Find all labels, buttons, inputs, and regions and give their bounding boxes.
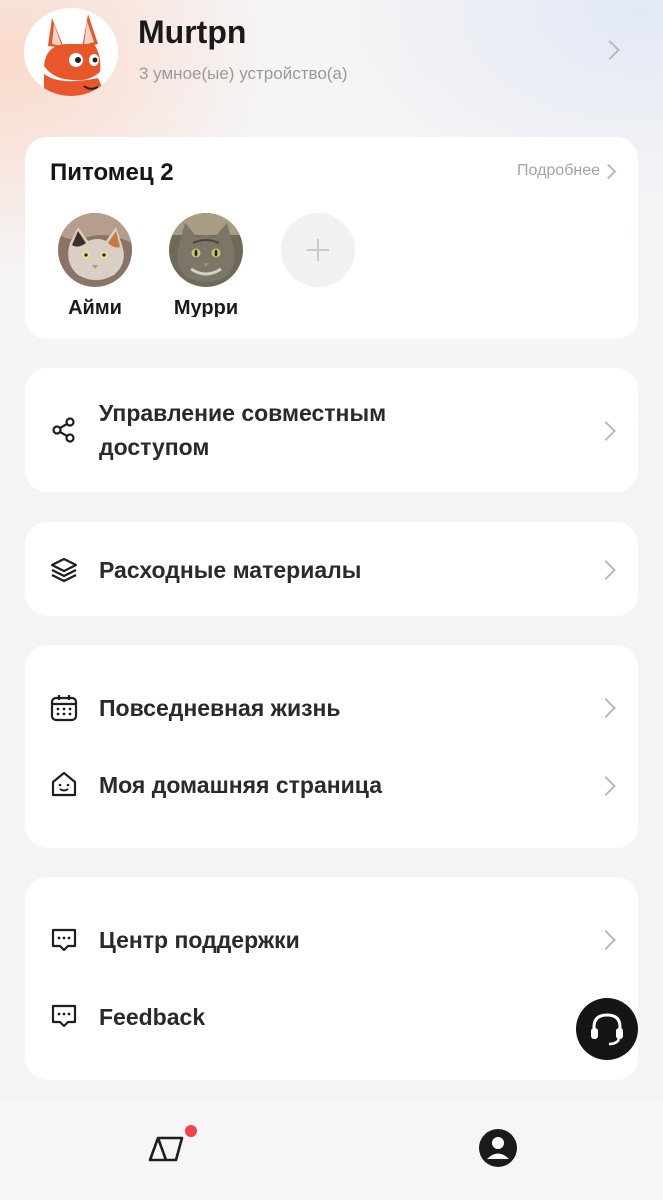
lifestyle-card: Повседневная жизнь Моя домашняя страница: [25, 645, 638, 848]
calendar-icon: [50, 695, 78, 722]
menu-item-support[interactable]: Центр поддержки: [25, 901, 638, 979]
pet-name: Айми: [68, 297, 122, 317]
menu-item-my-home[interactable]: Моя домашняя страница: [25, 747, 638, 825]
menu-item-label: Центр поддержки: [99, 927, 300, 953]
fox-avatar-icon: [27, 8, 115, 96]
username: Murtpn: [138, 14, 247, 50]
chat-icon: [51, 928, 77, 952]
consumables-card: Расходные материалы: [25, 522, 638, 616]
devices-icon: [148, 1136, 184, 1162]
menu-item-daily-life[interactable]: Повседневная жизнь: [25, 669, 638, 747]
menu-item-label: Feedback: [99, 1004, 206, 1030]
pets-card: Питомец 2 Подробнее Айми Мурри: [25, 137, 638, 339]
profile-icon: [479, 1129, 517, 1167]
add-pet-button[interactable]: [281, 213, 355, 287]
sharing-card: Управление совместным доступом: [25, 368, 638, 492]
share-icon: [52, 417, 75, 443]
menu-item-sharing[interactable]: Управление совместным доступом: [25, 368, 638, 492]
home-smile-icon: [51, 771, 77, 797]
menu-item-label: Повседневная жизнь: [99, 695, 341, 721]
support-card: Центр поддержки Feedback: [25, 877, 638, 1080]
support-fab[interactable]: [576, 998, 638, 1060]
pet-item[interactable]: Мурри: [168, 213, 244, 317]
menu-item-label: Моя домашняя страница: [99, 772, 382, 798]
bottom-tab-bar: [0, 1098, 663, 1200]
headset-icon: [591, 1013, 623, 1046]
chevron-right-icon: [596, 421, 616, 441]
chat-icon: [51, 1004, 77, 1028]
chevron-right-icon: [600, 40, 620, 60]
pet-item[interactable]: Айми: [57, 213, 133, 317]
chevron-right-icon: [596, 698, 616, 718]
tab-profile[interactable]: [476, 1126, 520, 1170]
avatar[interactable]: [24, 8, 118, 96]
pets-title: Питомец 2: [50, 159, 174, 186]
notification-dot: [185, 1125, 197, 1137]
layers-icon: [50, 557, 78, 583]
menu-item-label: Управление совместным: [99, 400, 387, 426]
menu-item-label: доступом: [99, 434, 210, 460]
more-link[interactable]: Подробнее: [517, 162, 600, 180]
chevron-right-icon: [600, 163, 617, 180]
pet-name: Мурри: [173, 297, 239, 317]
profile-header[interactable]: Murtpn 3 умное(ые) устройство(а): [0, 0, 663, 110]
cat-photo-tabby: [58, 213, 132, 287]
chevron-right-icon: [596, 776, 616, 796]
chevron-right-icon: [596, 930, 616, 950]
menu-item-label: Расходные материалы: [99, 557, 362, 583]
menu-item-consumables[interactable]: Расходные материалы: [25, 522, 638, 616]
tab-devices[interactable]: [144, 1126, 188, 1170]
chevron-right-icon: [596, 560, 616, 580]
device-count: 3 умное(ые) устройство(а): [139, 64, 348, 83]
menu-item-feedback[interactable]: Feedback: [25, 979, 638, 1057]
cat-photo-gray: [169, 213, 243, 287]
